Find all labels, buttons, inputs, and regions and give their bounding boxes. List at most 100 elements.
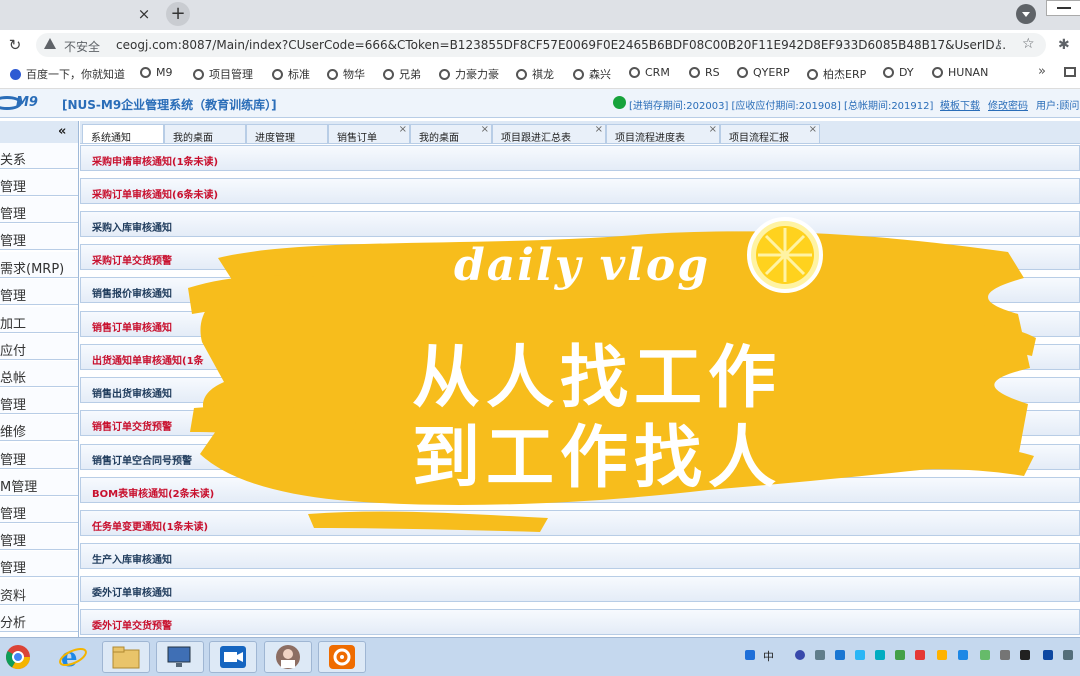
folder-icon bbox=[112, 646, 140, 669]
tray-icon[interactable] bbox=[815, 650, 825, 660]
bookmark-item[interactable]: 森兴 bbox=[573, 66, 611, 82]
settings-icon[interactable] bbox=[318, 641, 366, 673]
globe-icon bbox=[193, 69, 204, 80]
tab-my-desktop-2[interactable]: 我的桌面 × bbox=[410, 124, 492, 144]
bookmark-item[interactable]: 物华 bbox=[327, 66, 365, 82]
bookmark-item[interactable]: DY bbox=[883, 66, 914, 79]
template-download-link[interactable]: 模板下载 bbox=[940, 97, 980, 112]
bookmark-item[interactable]: CRM bbox=[629, 66, 670, 79]
tab-close-icon[interactable]: × bbox=[809, 124, 817, 135]
baidu-icon bbox=[10, 69, 21, 80]
bluetooth-icon[interactable] bbox=[1043, 650, 1053, 660]
notice-row[interactable]: 采购申请审核通知(1条未读) bbox=[80, 145, 1080, 171]
key-icon[interactable]: ⚷ bbox=[994, 37, 1003, 51]
bookmark-item[interactable]: 柏杰ERP bbox=[807, 66, 866, 82]
tray-icon[interactable] bbox=[835, 650, 845, 660]
ime-indicator[interactable]: 中 bbox=[763, 648, 774, 664]
profile-menu-icon[interactable] bbox=[1016, 4, 1036, 24]
tab-project-summary[interactable]: 项目跟进汇总表 × bbox=[492, 124, 606, 144]
extensions-icon[interactable]: ✱ bbox=[1058, 37, 1070, 53]
bookmark-item[interactable]: M9 bbox=[140, 66, 173, 79]
globe-icon bbox=[573, 69, 584, 80]
explorer-icon[interactable] bbox=[102, 641, 150, 673]
tab-my-desktop[interactable]: 我的桌面 bbox=[164, 124, 246, 144]
bookmark-star-icon[interactable]: ☆ bbox=[1022, 36, 1035, 52]
bookmark-item[interactable]: QYERP bbox=[737, 66, 790, 79]
tray-icon[interactable] bbox=[895, 650, 905, 660]
collapse-icon[interactable]: « bbox=[58, 124, 66, 139]
nav-collapse-button[interactable]: « bbox=[0, 121, 78, 144]
network-tray-icon[interactable] bbox=[1063, 650, 1073, 660]
bookmark-item[interactable]: RS bbox=[689, 66, 720, 79]
tab-project-flow-progress[interactable]: 项目流程进度表 × bbox=[606, 124, 720, 144]
minimize-button[interactable] bbox=[1046, 0, 1080, 16]
nav-item[interactable]: 需求(MRP) bbox=[0, 252, 78, 278]
ie-icon[interactable]: e bbox=[50, 641, 98, 673]
nav-item[interactable]: 关系 bbox=[0, 143, 78, 169]
warning-icon[interactable] bbox=[44, 38, 56, 49]
nav-item[interactable]: 管理 bbox=[0, 443, 78, 469]
nav-item[interactable]: 管理 bbox=[0, 279, 78, 305]
nav-item[interactable]: 管理 bbox=[0, 224, 78, 250]
tab-close-icon[interactable]: × bbox=[595, 124, 603, 135]
meeting-icon[interactable] bbox=[209, 641, 257, 673]
tray-icon[interactable] bbox=[915, 650, 925, 660]
notice-title: 采购订单交货预警 bbox=[92, 256, 172, 267]
new-tab-button[interactable]: + bbox=[166, 2, 190, 26]
tab-system-notice[interactable]: 系统通知 bbox=[82, 124, 164, 144]
svg-text:e: e bbox=[61, 643, 78, 672]
tray-icon[interactable] bbox=[958, 650, 968, 660]
chrome-icon[interactable] bbox=[0, 641, 48, 673]
nav-item[interactable]: M管理 bbox=[0, 470, 78, 496]
bookmark-item[interactable]: 标准 bbox=[272, 66, 310, 82]
bookmark-folder-icon[interactable] bbox=[1064, 67, 1076, 77]
tab-close-icon[interactable]: × bbox=[709, 124, 717, 135]
tab-close-icon[interactable]: × bbox=[481, 124, 489, 135]
notice-row[interactable]: 委外订单交货预警 bbox=[80, 609, 1080, 635]
search-tray-icon[interactable] bbox=[745, 650, 755, 660]
tray-icon[interactable] bbox=[937, 650, 947, 660]
bookmark-item[interactable]: 项目管理 bbox=[193, 66, 253, 82]
tray-icon[interactable] bbox=[855, 650, 865, 660]
tray-icon[interactable] bbox=[1000, 650, 1010, 660]
bookmark-item[interactable]: 兄弟 bbox=[383, 66, 421, 82]
bookmark-item[interactable]: 力豪力豪 bbox=[439, 66, 499, 82]
notice-row[interactable]: 生产入库审核通知 bbox=[80, 543, 1080, 569]
nav-item[interactable]: 管理 bbox=[0, 170, 78, 196]
bookmark-item[interactable]: HUNAN bbox=[932, 66, 988, 79]
change-password-link[interactable]: 修改密码 bbox=[988, 97, 1028, 112]
bookmark-item[interactable]: 百度一下，你就知道 bbox=[10, 66, 125, 82]
nav-item[interactable]: 管理 bbox=[0, 197, 78, 223]
reload-icon[interactable]: ↻ bbox=[6, 36, 24, 54]
bookmarks-more-button[interactable]: » bbox=[1038, 64, 1046, 79]
network-icon[interactable] bbox=[156, 641, 204, 673]
tray-icon[interactable] bbox=[875, 650, 885, 660]
security-label[interactable]: 不安全 bbox=[64, 38, 100, 55]
tray-icon[interactable] bbox=[980, 650, 990, 660]
tab-close-button[interactable]: × bbox=[136, 6, 152, 22]
tab-sales-order[interactable]: 销售订单 × bbox=[328, 124, 410, 144]
tab-project-flow-report[interactable]: 项目流程汇报 × bbox=[720, 124, 820, 144]
nav-item[interactable]: 管理 bbox=[0, 497, 78, 523]
nav-item[interactable]: 应付 bbox=[0, 334, 78, 360]
tab-close-icon[interactable]: × bbox=[399, 124, 407, 135]
nav-item[interactable]: 加工 bbox=[0, 307, 78, 333]
help-tray-icon[interactable] bbox=[795, 650, 805, 660]
nav-item[interactable]: 管理 bbox=[0, 388, 78, 414]
nav-item[interactable]: 管理 bbox=[0, 551, 78, 577]
nav-item[interactable]: 资料 bbox=[0, 579, 78, 605]
video-icon bbox=[220, 646, 246, 668]
omnibox[interactable]: 不安全 ceogj.com:8087/Main/index?CUserCode=… bbox=[36, 33, 1046, 57]
url-text[interactable]: ceogj.com:8087/Main/index?CUserCode=666&… bbox=[116, 38, 1006, 52]
notice-row[interactable]: 委外订单审核通知 bbox=[80, 576, 1080, 602]
notice-row[interactable]: 采购订单审核通知(6条未读) bbox=[80, 178, 1080, 204]
nav-item[interactable]: 维修 bbox=[0, 415, 78, 441]
avatar-icon[interactable] bbox=[264, 641, 312, 673]
nav-item[interactable]: 分析 bbox=[0, 606, 78, 632]
tab-progress-management[interactable]: 进度管理 bbox=[246, 124, 328, 144]
tray-icon[interactable] bbox=[1020, 650, 1030, 660]
bookmark-item[interactable]: 祺龙 bbox=[516, 66, 554, 82]
windows-taskbar: e 中 bbox=[0, 637, 1080, 676]
nav-item[interactable]: 总帐 bbox=[0, 361, 78, 387]
nav-item[interactable]: 管理 bbox=[0, 524, 78, 550]
